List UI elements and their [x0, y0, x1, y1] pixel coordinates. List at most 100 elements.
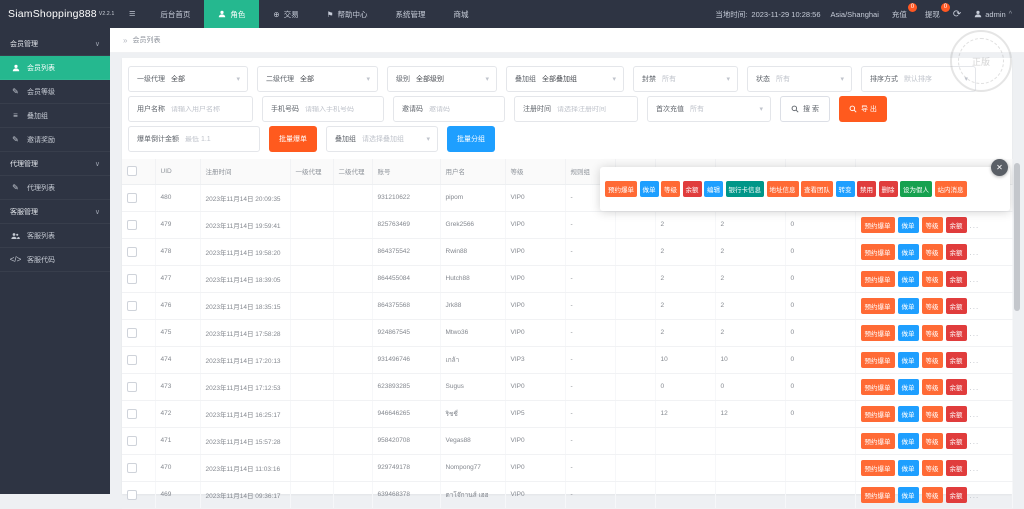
action-button[interactable]: 站内消息	[934, 181, 967, 197]
action-button[interactable]: 做单	[897, 351, 919, 368]
more-actions[interactable]: ...	[970, 248, 980, 257]
burst-amount-input[interactable]	[185, 135, 259, 143]
close-icon[interactable]: ✕	[991, 159, 1008, 176]
action-button[interactable]: 预约爆单	[860, 243, 895, 260]
action-button[interactable]: 余额	[945, 378, 967, 395]
action-button[interactable]: 余额	[945, 459, 967, 476]
action-button[interactable]: 删除	[878, 181, 898, 197]
action-button[interactable]: 预约爆单	[860, 405, 895, 422]
row-checkbox[interactable]	[127, 381, 137, 392]
action-button[interactable]: 预约爆单	[860, 324, 895, 341]
nav-item-3[interactable]: ⊕ 交易	[259, 0, 312, 28]
filter-input[interactable]	[557, 105, 637, 113]
more-actions[interactable]: ...	[970, 464, 980, 473]
overlay-group-select[interactable]: 叠加组 请选择叠加组 ▾	[326, 126, 438, 152]
nav-item-4[interactable]: ⚑ 帮助中心	[313, 0, 382, 28]
row-checkbox[interactable]	[127, 462, 137, 473]
more-actions[interactable]: ...	[970, 437, 980, 446]
sidebar-item[interactable]: </> 客服代码	[0, 248, 110, 272]
more-actions[interactable]: ...	[970, 221, 980, 230]
action-button[interactable]: 做单	[897, 324, 919, 341]
action-button[interactable]: 预约爆单	[860, 378, 895, 395]
action-button[interactable]: 预约爆单	[860, 216, 895, 233]
batch-group-button[interactable]: 批量分组	[447, 126, 495, 152]
action-button[interactable]: 做单	[897, 270, 919, 287]
select-all-checkbox[interactable]	[127, 166, 137, 177]
row-checkbox[interactable]	[127, 273, 137, 284]
action-button[interactable]: 余额	[945, 432, 967, 449]
action-button[interactable]: 等级	[921, 486, 943, 503]
action-button[interactable]: 做单	[897, 432, 919, 449]
sidebar-item[interactable]: ≡ 叠加组	[0, 104, 110, 128]
row-checkbox[interactable]	[127, 246, 137, 257]
action-button[interactable]: 编辑	[704, 181, 723, 197]
more-actions[interactable]: ...	[970, 302, 980, 311]
more-actions[interactable]: ...	[970, 329, 980, 338]
sidebar-group[interactable]: 客服管理 ∨	[0, 200, 110, 224]
filter-select[interactable]: 排序方式 默认排序 ▾	[861, 66, 976, 92]
action-button[interactable]: 设为假人	[900, 181, 932, 197]
action-button[interactable]: 预约爆单	[605, 181, 637, 197]
row-checkbox[interactable]	[127, 354, 137, 365]
row-checkbox[interactable]	[127, 219, 137, 230]
action-button[interactable]: 预约爆单	[860, 270, 895, 287]
action-button[interactable]: 银行卡信息	[725, 181, 764, 197]
sidebar-item[interactable]: ✎ 会员等级	[0, 80, 110, 104]
action-button[interactable]: 做单	[897, 216, 919, 233]
hamburger-menu-icon[interactable]: ≡	[118, 0, 146, 28]
action-button[interactable]: 等级	[661, 181, 680, 197]
action-button[interactable]: 等级	[921, 378, 943, 395]
action-button[interactable]: 禁用	[857, 181, 876, 197]
action-button[interactable]: 地址信息	[766, 181, 799, 197]
row-checkbox[interactable]	[127, 408, 137, 419]
more-actions[interactable]: ...	[970, 275, 980, 284]
more-actions[interactable]: ...	[970, 383, 980, 392]
filter-input[interactable]	[171, 105, 252, 113]
action-button[interactable]: 等级	[921, 459, 943, 476]
action-button[interactable]: 余额	[945, 324, 967, 341]
recharge-button[interactable]: 充值 0	[892, 2, 917, 20]
action-button[interactable]: 转变	[835, 181, 855, 197]
row-checkbox[interactable]	[127, 327, 137, 338]
sidebar-item[interactable]: ✎ 代理列表	[0, 176, 110, 200]
action-button[interactable]: 做单	[897, 486, 919, 503]
refresh-icon[interactable]: ⟳	[953, 9, 961, 20]
more-actions[interactable]: ...	[970, 356, 980, 365]
action-button[interactable]: 等级	[921, 270, 943, 287]
action-button[interactable]: 等级	[921, 432, 943, 449]
nav-item-5[interactable]: 系统管理	[381, 0, 439, 28]
nav-item-2[interactable]: 角色	[204, 0, 260, 28]
filter-select[interactable]: 二级代理 全部 ▾	[257, 66, 378, 92]
batch-burst-button[interactable]: 批量爆单	[269, 126, 317, 152]
action-button[interactable]: 预约爆单	[860, 459, 895, 476]
action-button[interactable]: 余额	[945, 243, 967, 260]
action-button[interactable]: 等级	[921, 324, 943, 341]
action-button[interactable]: 预约爆单	[860, 351, 895, 368]
sidebar-item[interactable]: 客服列表	[0, 224, 110, 248]
action-button[interactable]: 做单	[639, 181, 659, 197]
action-button[interactable]: 预约爆单	[860, 297, 895, 314]
withdraw-button[interactable]: 提现 0	[925, 2, 950, 20]
row-checkbox[interactable]	[127, 300, 137, 311]
action-button[interactable]: 余额	[945, 270, 967, 287]
row-checkbox[interactable]	[127, 435, 137, 446]
filter-input[interactable]	[305, 105, 383, 113]
action-button[interactable]: 做单	[897, 243, 919, 260]
export-button[interactable]: 导 出	[838, 96, 887, 122]
action-button[interactable]: 做单	[897, 378, 919, 395]
action-button[interactable]: 查看团队	[801, 181, 833, 197]
filter-select[interactable]: 状态 所有 ▾	[747, 66, 852, 92]
more-actions[interactable]: ...	[970, 491, 980, 500]
row-checkbox[interactable]	[127, 192, 137, 203]
action-button[interactable]: 做单	[897, 297, 919, 314]
sidebar-group[interactable]: 会员管理 ∨	[0, 32, 110, 56]
action-button[interactable]: 等级	[921, 216, 943, 233]
action-button[interactable]: 余额	[945, 351, 967, 368]
nav-item-1[interactable]: 后台首页	[146, 0, 204, 28]
search-button[interactable]: 搜 索	[780, 96, 830, 122]
nav-item-6[interactable]: 商城	[439, 0, 482, 28]
user-menu[interactable]: admin ^	[974, 10, 1012, 19]
action-button[interactable]: 预约爆单	[860, 486, 895, 503]
action-button[interactable]: 等级	[921, 405, 943, 422]
action-button[interactable]: 余额	[945, 216, 967, 233]
